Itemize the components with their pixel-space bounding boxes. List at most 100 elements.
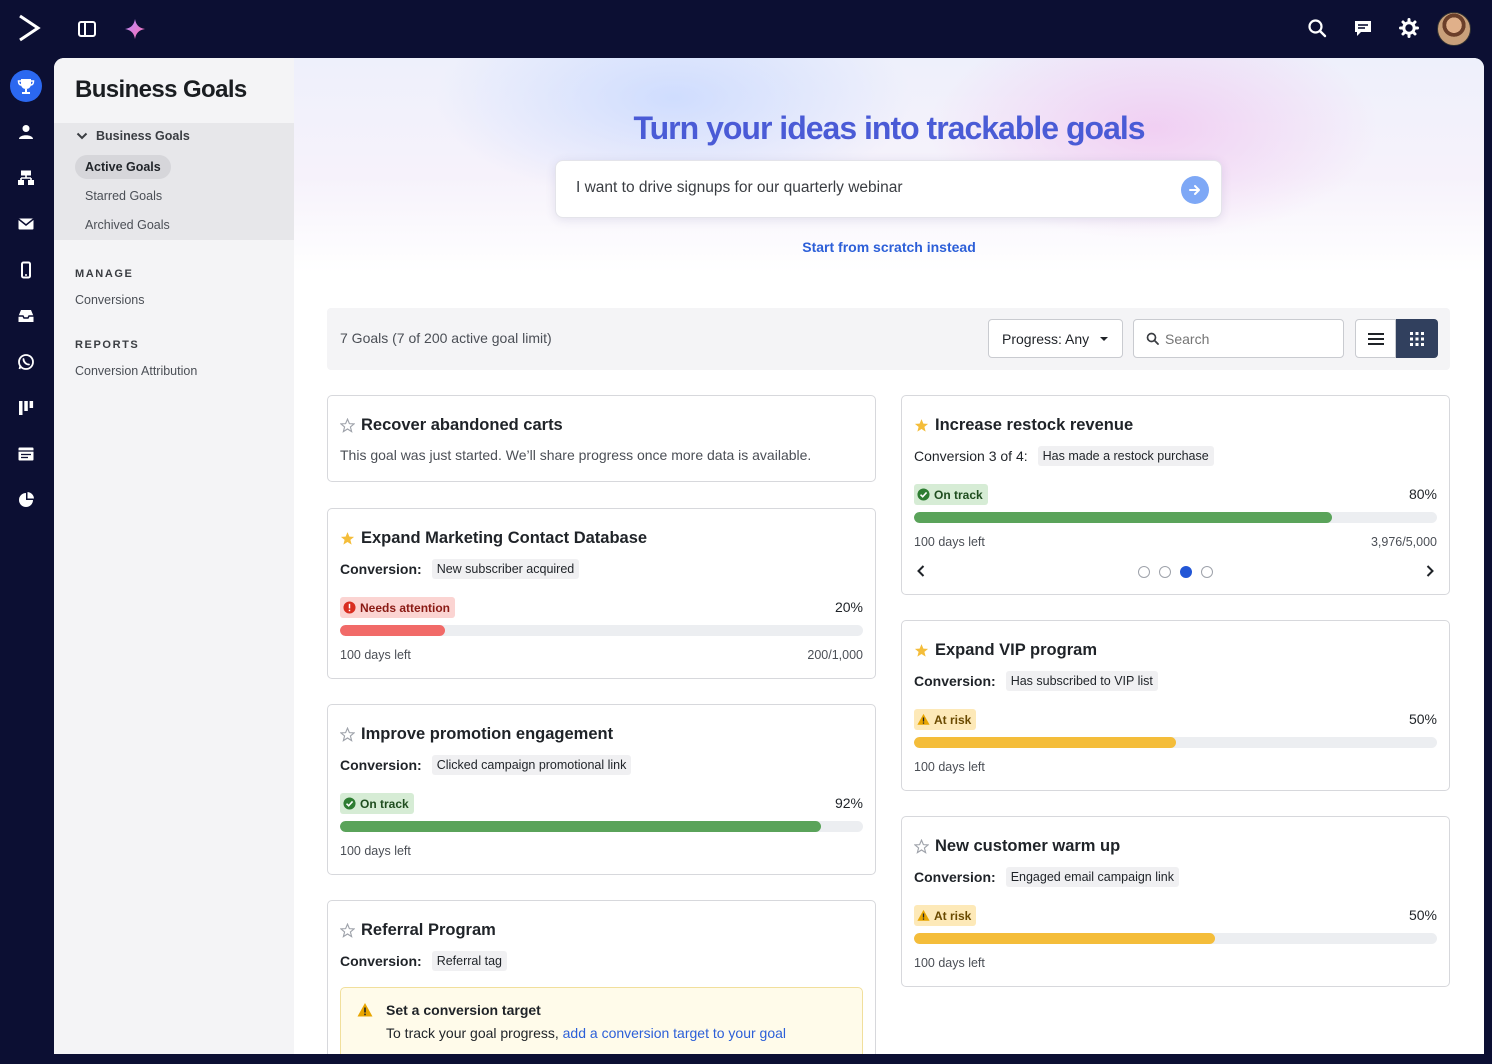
star-outline-icon[interactable] xyxy=(914,839,929,854)
progress-count: 3,976/5,000 xyxy=(1370,535,1437,549)
status-badge: On track xyxy=(914,484,988,505)
star-filled-icon[interactable] xyxy=(914,418,929,433)
status-text: On track xyxy=(360,796,409,811)
status-text: At risk xyxy=(934,712,972,727)
mobile-icon[interactable] xyxy=(10,254,42,286)
progress-percent: 20% xyxy=(834,599,863,615)
carousel-dot[interactable] xyxy=(1138,566,1150,578)
reports-pie-icon[interactable] xyxy=(10,484,42,516)
conversion-row: Conversion: Has subscribed to VIP list xyxy=(914,671,1158,691)
goal-title: Expand Marketing Contact Database xyxy=(340,529,647,548)
star-outline-icon[interactable] xyxy=(340,727,355,742)
manage-section-label: MANAGE xyxy=(75,268,134,280)
ai-sparkle-icon[interactable] xyxy=(122,16,148,42)
goals-sidebar: Business Goals Business Goals Active Goa… xyxy=(54,58,294,1054)
goal-title: New customer warm up xyxy=(914,837,1120,856)
business-goals-group: Business Goals Active Goals Starred Goal… xyxy=(54,123,294,240)
goal-title: Referral Program xyxy=(340,921,496,940)
sidebar-item-active-goals[interactable]: Active Goals xyxy=(75,155,171,179)
conversion-row: Conversion: Engaged email campaign link xyxy=(914,867,1179,887)
goal-card[interactable]: Expand Marketing Contact Database Conver… xyxy=(327,508,876,679)
site-builder-icon[interactable] xyxy=(10,438,42,470)
goal-card[interactable]: Recover abandoned carts This goal was ju… xyxy=(327,395,876,482)
sidebar-item-starred-goals[interactable]: Starred Goals xyxy=(75,184,172,208)
inbox-icon[interactable] xyxy=(10,300,42,332)
grid-icon xyxy=(1410,331,1424,346)
send-prompt-button[interactable] xyxy=(1181,176,1209,204)
status-badge: At risk xyxy=(914,905,977,926)
progress-fill xyxy=(914,512,1333,523)
progress-percent: 80% xyxy=(1408,486,1437,502)
progress-fill xyxy=(340,821,822,832)
star-filled-icon[interactable] xyxy=(340,531,355,546)
goal-search-input[interactable] xyxy=(1165,330,1335,347)
add-conversion-target-link[interactable]: add a conversion target to your goal xyxy=(563,1025,786,1041)
sidebar-link-conversions[interactable]: Conversions xyxy=(75,293,144,307)
progress-filter-label: Progress: Any xyxy=(1002,330,1090,347)
goal-title: Expand VIP program xyxy=(914,641,1097,660)
goal-card[interactable]: New customer warm up Conversion: Engaged… xyxy=(901,816,1450,987)
warning-icon xyxy=(917,713,930,725)
conversion-row: Conversion: Clicked campaign promotional… xyxy=(340,755,632,775)
check-circle-icon xyxy=(917,488,930,501)
hero-title: Turn your ideas into trackable goals xyxy=(633,110,1145,146)
email-icon[interactable] xyxy=(10,208,42,240)
search-icon[interactable] xyxy=(1303,14,1331,42)
trophy-icon[interactable] xyxy=(10,70,42,102)
panel-toggle-icon[interactable] xyxy=(76,18,98,40)
goal-title-text: Recover abandoned carts xyxy=(361,416,563,434)
goal-title: Increase restock revenue xyxy=(914,416,1133,435)
goal-search-box xyxy=(1133,319,1344,358)
automations-icon[interactable] xyxy=(10,162,42,194)
progress-track xyxy=(340,821,863,832)
goal-card[interactable]: Improve promotion engagement Conversion:… xyxy=(327,704,876,875)
goal-title-text: Referral Program xyxy=(361,921,496,939)
progress-percent: 50% xyxy=(1408,907,1437,923)
brand-logo-icon[interactable] xyxy=(14,12,44,44)
days-left: 100 days left xyxy=(340,844,411,858)
goal-title-text: Improve promotion engagement xyxy=(361,725,614,743)
reports-section-label: REPORTS xyxy=(75,339,140,351)
status-text: At risk xyxy=(934,908,972,923)
user-avatar[interactable] xyxy=(1437,12,1471,46)
status-text: On track xyxy=(934,487,983,502)
conversion-label: Conversion: xyxy=(340,953,422,969)
progress-fill xyxy=(340,625,445,636)
chevron-right-icon[interactable] xyxy=(1423,564,1437,578)
goal-card[interactable]: Referral Program Conversion: Referral ta… xyxy=(327,900,876,1054)
status-badge: On track xyxy=(340,793,414,814)
business-goals-group-toggle[interactable]: Business Goals xyxy=(76,129,190,143)
goal-prompt-input[interactable] xyxy=(576,179,1166,197)
star-outline-icon[interactable] xyxy=(340,923,355,938)
search-icon xyxy=(1146,332,1159,345)
star-outline-icon[interactable] xyxy=(340,418,355,433)
conversion-tag: Clicked campaign promotional link xyxy=(431,755,632,775)
goal-card[interactable]: Increase restock revenue Conversion 3 of… xyxy=(901,395,1450,595)
chat-icon[interactable] xyxy=(1349,14,1377,42)
goal-count: 7 Goals (7 of 200 active goal limit) xyxy=(340,330,552,346)
grid-view-button[interactable] xyxy=(1396,319,1438,358)
progress-track xyxy=(340,625,863,636)
carousel-dot[interactable] xyxy=(1201,566,1213,578)
whatsapp-icon[interactable] xyxy=(10,346,42,378)
conversion-tag: Referral tag xyxy=(431,951,507,971)
goal-prompt-box xyxy=(555,160,1222,218)
progress-filter-select[interactable]: Progress: Any xyxy=(988,319,1123,358)
warning-icon xyxy=(917,909,930,921)
carousel-dot-active[interactable] xyxy=(1180,566,1192,578)
conversion-label: Conversion: xyxy=(340,757,422,773)
star-filled-icon[interactable] xyxy=(914,643,929,658)
conversion-row: Conversion: Referral tag xyxy=(340,951,507,971)
status-row: On track 80% xyxy=(914,484,1437,506)
goal-card[interactable]: Expand VIP program Conversion: Has subsc… xyxy=(901,620,1450,791)
pipelines-icon[interactable] xyxy=(10,392,42,424)
sidebar-title: Business Goals xyxy=(75,76,247,103)
contacts-icon[interactable] xyxy=(10,116,42,148)
carousel-dot[interactable] xyxy=(1159,566,1171,578)
progress-track xyxy=(914,737,1437,748)
list-view-button[interactable] xyxy=(1355,319,1396,358)
start-from-scratch-link[interactable]: Start from scratch instead xyxy=(294,239,1484,255)
gear-icon[interactable] xyxy=(1395,14,1423,42)
sidebar-link-conversion-attribution[interactable]: Conversion Attribution xyxy=(75,364,197,378)
sidebar-item-archived-goals[interactable]: Archived Goals xyxy=(75,213,180,237)
